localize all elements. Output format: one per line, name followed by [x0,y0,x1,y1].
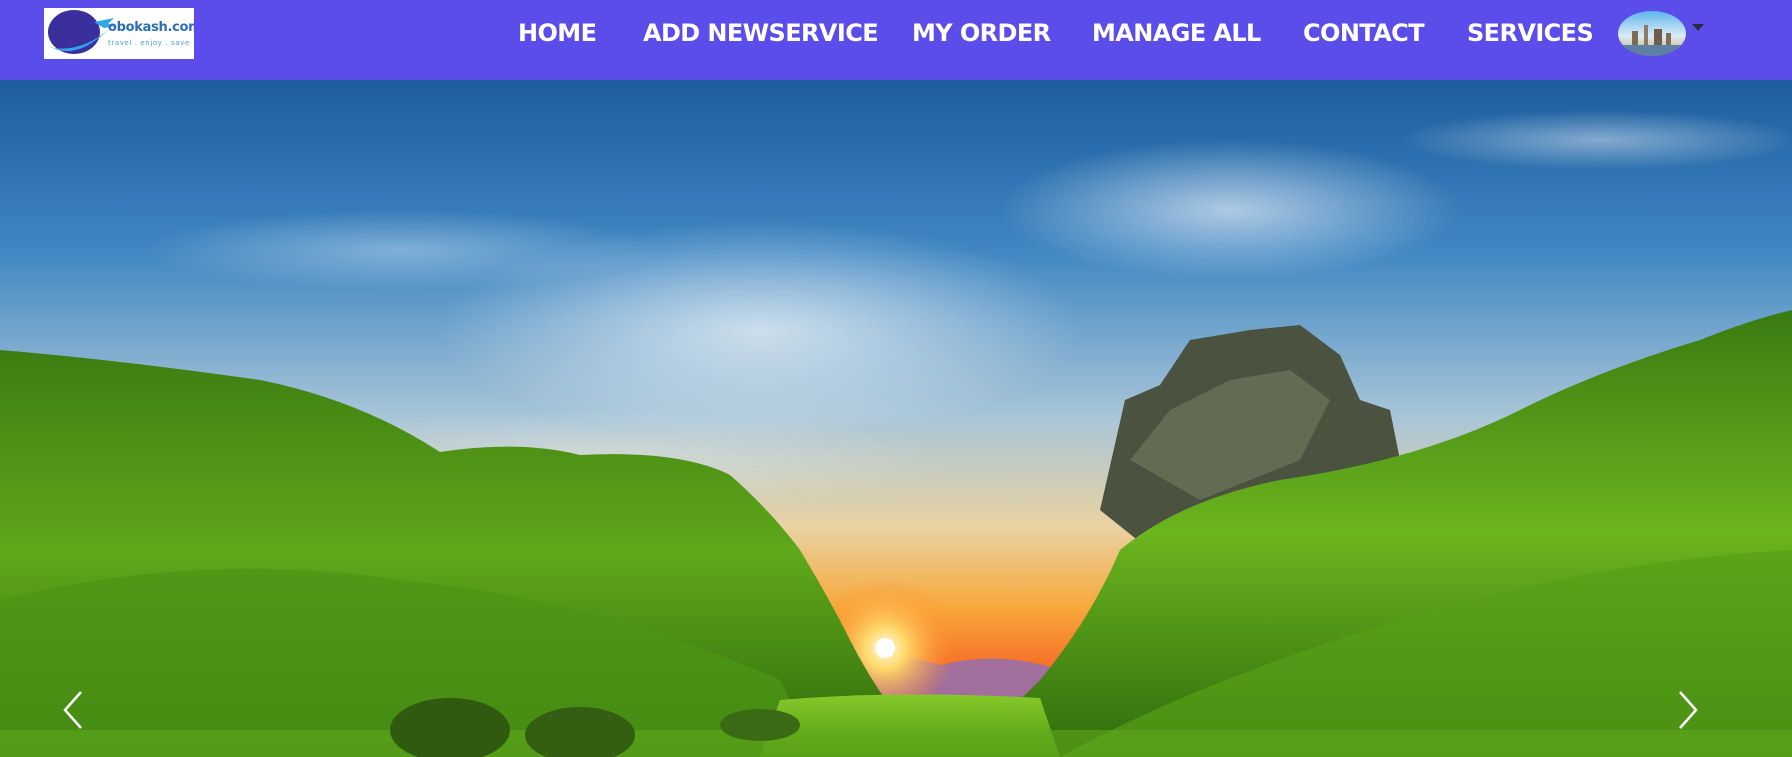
nav-home[interactable]: HOME [518,19,597,47]
carousel-prev-button[interactable] [55,688,95,732]
nav-add-newservice[interactable]: ADD NEWSERVICE [643,19,879,47]
hero-slide-image [0,80,1792,757]
user-avatar[interactable] [1618,11,1686,56]
nav-manage-all[interactable]: MANAGE ALL [1092,19,1261,47]
chevron-left-icon [63,691,82,729]
navbar: obokash.com travel . enjoy . save HOME A… [0,0,1792,80]
avatar-photo [1618,11,1686,56]
nav-menu: HOME ADD NEWSERVICE MY ORDER MANAGE ALL … [0,0,1792,70]
chevron-right-icon [1679,691,1698,729]
nav-services[interactable]: SERVICES [1467,19,1594,47]
nav-my-order[interactable]: MY ORDER [912,19,1051,47]
nav-contact[interactable]: CONTACT [1303,19,1425,47]
carousel-next-button[interactable] [1666,688,1706,732]
caret-down-icon[interactable] [1692,24,1704,31]
hero-carousel [0,80,1792,757]
